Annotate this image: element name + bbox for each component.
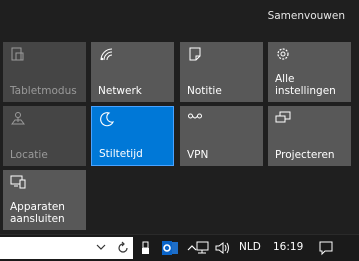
network-icon: [100, 48, 113, 61]
tile-label: Alle instellingen: [275, 73, 336, 97]
tile-all-settings[interactable]: Alle instellingen: [268, 42, 351, 102]
taskbar: NLD 16:19: [0, 234, 359, 261]
tile-tablet-mode[interactable]: Tabletmodus: [3, 42, 86, 102]
search-box[interactable]: [0, 237, 133, 259]
collapse-link[interactable]: Samenvouwen: [268, 10, 345, 22]
location-icon: [11, 112, 25, 125]
tile-label: Notitie: [187, 85, 222, 97]
refresh-icon[interactable]: [116, 241, 130, 255]
tile-label: Locatie: [10, 149, 48, 161]
network-wired-icon[interactable]: [195, 240, 211, 256]
tile-location[interactable]: Locatie: [3, 106, 86, 166]
moon-icon: [100, 112, 114, 127]
tile-network[interactable]: Netwerk: [91, 42, 174, 102]
clock[interactable]: 16:19: [273, 241, 303, 253]
tile-quiet-hours[interactable]: Stiltetijd: [91, 106, 174, 166]
project-icon: [275, 111, 291, 123]
language-indicator[interactable]: NLD: [239, 241, 261, 253]
outlook-icon[interactable]: [161, 239, 179, 257]
tile-label: Tabletmodus: [10, 85, 77, 97]
tile-note[interactable]: Notitie: [180, 42, 263, 102]
tile-connect-devices[interactable]: Apparaten aansluiten: [3, 170, 86, 230]
note-icon: [189, 47, 201, 61]
tile-label: Projecteren: [275, 149, 335, 161]
tile-label: Stiltetijd: [99, 148, 143, 160]
action-center-panel: Samenvouwen Tabletmodus Netwerk Notitie …: [0, 0, 359, 234]
chevron-down-icon[interactable]: [96, 242, 106, 252]
connect-devices-icon: [10, 175, 26, 189]
tile-label: Netwerk: [98, 85, 142, 97]
tablet-mode-icon: [11, 47, 24, 61]
volume-icon[interactable]: [214, 240, 230, 256]
vpn-icon: [188, 113, 202, 119]
tile-label: Apparaten aansluiten: [10, 201, 65, 225]
tile-label: VPN: [187, 149, 209, 161]
usb-icon[interactable]: [138, 240, 154, 256]
tile-project[interactable]: Projecteren: [268, 106, 351, 166]
gear-icon: [277, 48, 289, 60]
tile-vpn[interactable]: VPN: [180, 106, 263, 166]
action-center-icon[interactable]: [318, 240, 334, 256]
